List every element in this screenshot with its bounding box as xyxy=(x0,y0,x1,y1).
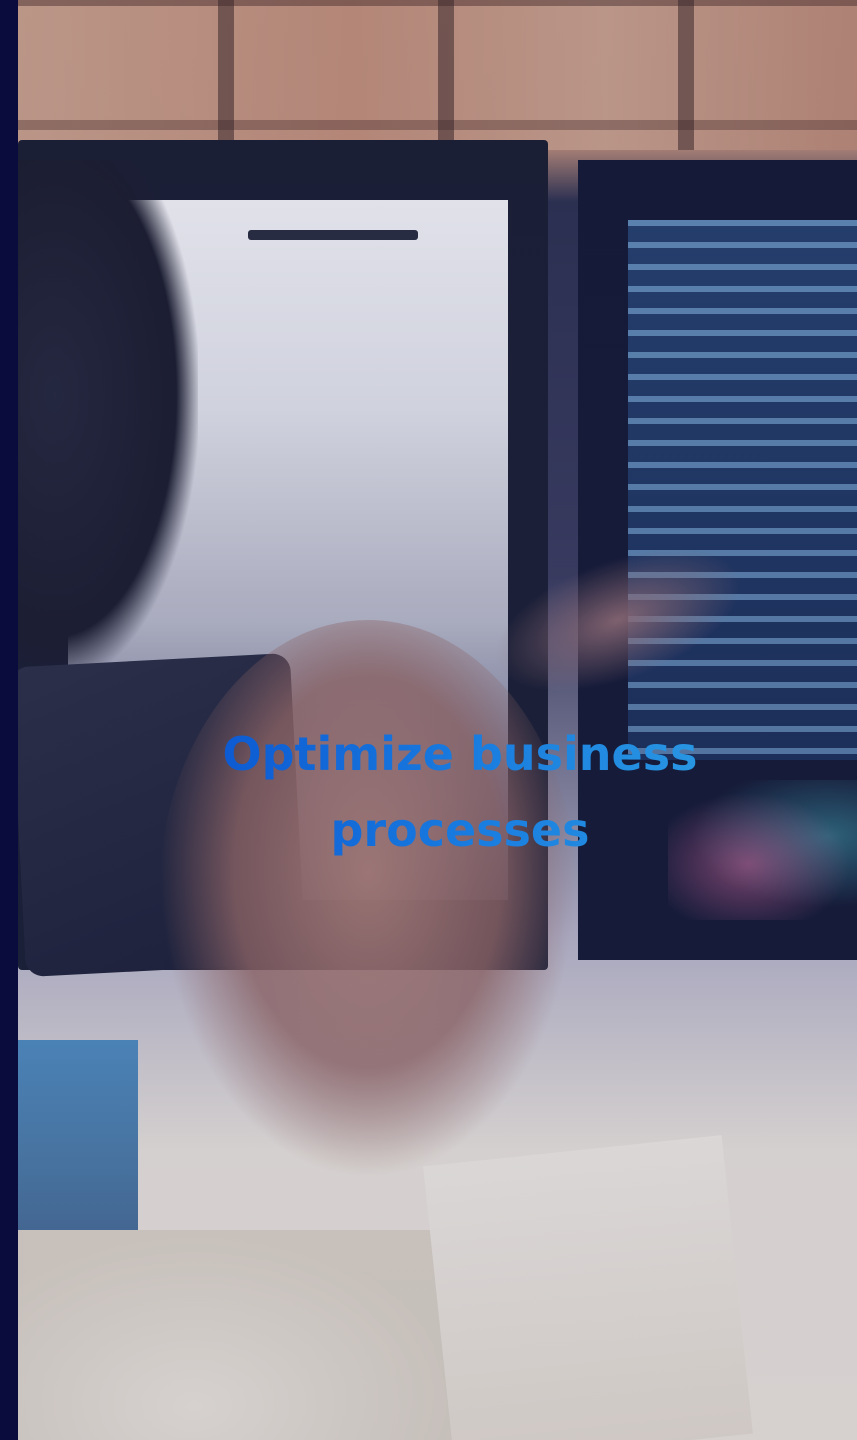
hero-headline: Optimize business processes xyxy=(180,716,740,868)
hero-section: Optimize business processes xyxy=(0,0,857,1440)
left-edge-bar xyxy=(0,0,18,1440)
